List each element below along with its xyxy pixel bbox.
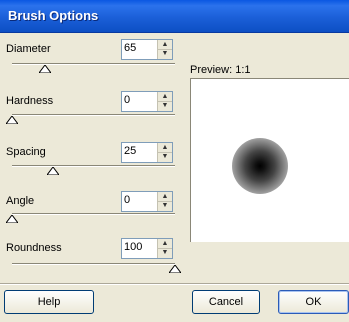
ok-button[interactable]: OK bbox=[278, 290, 349, 314]
brush-tip-preview bbox=[232, 138, 288, 194]
diameter-value[interactable]: 65 bbox=[124, 42, 136, 54]
roundness-down-arrow-icon[interactable]: ▼ bbox=[158, 248, 172, 257]
title-bar[interactable]: Brush Options bbox=[0, 0, 349, 33]
roundness-slider-track[interactable] bbox=[12, 263, 175, 265]
preview-label: Preview: 1:1 bbox=[190, 64, 251, 76]
roundness-spinbox[interactable]: 100 ▲ ▼ bbox=[121, 238, 173, 259]
diameter-label: Diameter bbox=[6, 43, 51, 55]
roundness-value[interactable]: 100 bbox=[124, 241, 142, 253]
spacing-slider-track[interactable] bbox=[12, 165, 175, 167]
hardness-value[interactable]: 0 bbox=[124, 94, 130, 106]
window-title: Brush Options bbox=[8, 8, 99, 23]
hardness-slider-track[interactable] bbox=[12, 114, 175, 116]
spacing-spinbox[interactable]: 25 ▲ ▼ bbox=[121, 142, 173, 163]
spacing-label: Spacing bbox=[6, 146, 46, 158]
angle-spinbox[interactable]: 0 ▲ ▼ bbox=[121, 191, 173, 212]
cancel-button[interactable]: Cancel bbox=[192, 290, 260, 314]
hardness-down-arrow-icon[interactable]: ▼ bbox=[158, 101, 172, 110]
brush-preview bbox=[190, 78, 349, 242]
diameter-slider-track[interactable] bbox=[12, 63, 175, 65]
diameter-spinbox[interactable]: 65 ▲ ▼ bbox=[121, 39, 173, 60]
angle-label: Angle bbox=[6, 195, 35, 207]
angle-slider-track[interactable] bbox=[12, 213, 175, 215]
help-button[interactable]: Help bbox=[4, 290, 94, 314]
brush-controls: Diameter 65 ▲ ▼ Hardness 0 ▲ ▼ Spacing 2… bbox=[0, 33, 188, 283]
spacing-down-arrow-icon[interactable]: ▼ bbox=[158, 152, 172, 161]
hardness-label: Hardness bbox=[6, 95, 54, 107]
angle-value[interactable]: 0 bbox=[124, 194, 130, 206]
button-separator bbox=[0, 283, 349, 285]
diameter-down-arrow-icon[interactable]: ▼ bbox=[158, 49, 172, 58]
angle-down-arrow-icon[interactable]: ▼ bbox=[158, 201, 172, 210]
hardness-spinbox[interactable]: 0 ▲ ▼ bbox=[121, 91, 173, 112]
spacing-value[interactable]: 25 bbox=[124, 145, 136, 157]
roundness-label: Roundness bbox=[6, 242, 62, 254]
